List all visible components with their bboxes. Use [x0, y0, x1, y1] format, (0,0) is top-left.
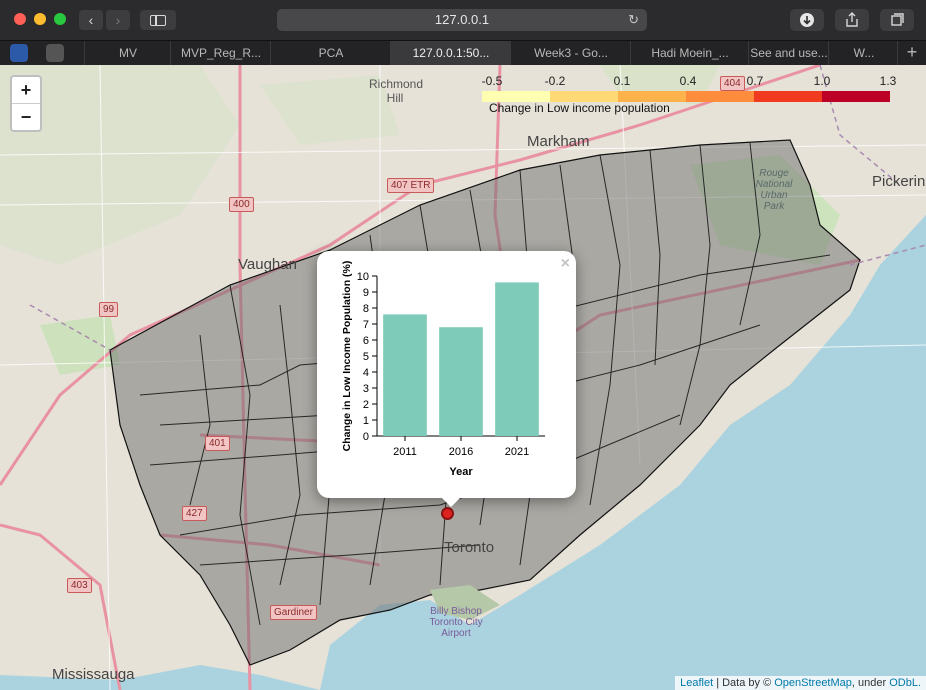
- browser-titlebar: ‹ › 127.0.0.1 ↻: [0, 0, 926, 40]
- legend-title: Change in Low income population: [489, 101, 670, 115]
- tab-week3[interactable]: Week3 - Go...: [510, 41, 631, 65]
- legend-tick: 0.7: [746, 74, 764, 88]
- chevron-right-icon: ›: [115, 12, 121, 28]
- legend-tick: 0.4: [679, 74, 697, 88]
- leaflet-link[interactable]: Leaflet: [680, 677, 713, 689]
- tab-see-and-use[interactable]: See and use...: [748, 41, 829, 65]
- label-toronto: Toronto: [444, 539, 495, 556]
- tab-localhost[interactable]: 127.0.0.1:50...: [390, 41, 511, 65]
- y-tick-label: 6: [363, 335, 369, 347]
- label-rouge-park: Rouge National Urban Park: [755, 168, 793, 212]
- y-tick-label: 4: [363, 367, 369, 379]
- address-bar[interactable]: 127.0.0.1 ↻: [277, 9, 647, 31]
- x-axis-label: Year: [449, 466, 473, 478]
- zoom-out-button[interactable]: −: [12, 103, 40, 130]
- maximize-window-button[interactable]: [54, 13, 66, 25]
- tab-bar: MV MVP_Reg_R... PCA 127.0.0.1:50... Week…: [0, 40, 926, 66]
- shield-427: 427: [182, 506, 207, 521]
- map-view[interactable]: Richmond Hill Markham Pickerin Vaughan T…: [0, 65, 926, 690]
- tab-mvp-reg[interactable]: MVP_Reg_R...: [170, 41, 271, 65]
- legend-swatch: [686, 91, 754, 102]
- sidebar-icon: [150, 15, 166, 26]
- legend-swatch: [754, 91, 822, 102]
- y-tick-label: 0: [363, 431, 369, 443]
- label-mississauga: Mississauga: [52, 666, 135, 683]
- chart-popup: × 0 1 2 3 4 5 6 7 8 9 10 2011 2016 2021 Year Change in …: [317, 251, 576, 507]
- zoom-in-button[interactable]: +: [12, 77, 40, 103]
- label-markham: Markham: [527, 133, 590, 150]
- bar-2011: [383, 314, 427, 436]
- shield-400: 400: [229, 197, 254, 212]
- y-tick-label: 7: [363, 319, 369, 331]
- tab-overview-button[interactable]: [880, 9, 914, 31]
- y-tick-label: 2: [363, 399, 369, 411]
- location-marker[interactable]: [441, 507, 454, 520]
- odbl-link[interactable]: ODbL.: [889, 677, 921, 689]
- x-tick-label: 2016: [449, 446, 473, 458]
- download-icon: [800, 13, 814, 27]
- popup-tip: [441, 497, 461, 507]
- shield-99: 99: [99, 302, 119, 317]
- y-tick-label: 1: [363, 415, 369, 427]
- url-text: 127.0.0.1: [434, 12, 490, 27]
- bar-chart: 0 1 2 3 4 5 6 7 8 9 10 2011 2016 2021 Year Change in Lo…: [341, 261, 545, 478]
- tab-w[interactable]: W...: [828, 41, 899, 65]
- x-tick-label: 2011: [393, 446, 417, 458]
- y-tick-label: 9: [363, 287, 369, 299]
- bar-2016: [439, 327, 483, 436]
- y-tick-label: 3: [363, 383, 369, 395]
- chevron-left-icon: ‹: [88, 12, 94, 28]
- reload-icon[interactable]: ↻: [628, 9, 639, 31]
- y-tick-label: 10: [357, 271, 369, 283]
- label-gardiner: Gardiner: [270, 605, 317, 620]
- attribution-under: , under: [851, 677, 887, 689]
- legend-ticks: -0.5 -0.2 0.1 0.4 0.7 1.0 1.3: [478, 74, 897, 88]
- tab-mv[interactable]: MV: [84, 41, 171, 65]
- shield-403: 403: [67, 578, 92, 593]
- share-button[interactable]: [835, 9, 869, 31]
- share-icon: [846, 12, 858, 27]
- label-vaughan: Vaughan: [238, 256, 297, 273]
- tabs-icon: [891, 13, 904, 26]
- zoom-control: + −: [10, 75, 42, 132]
- y-tick-label: 8: [363, 303, 369, 315]
- osm-link[interactable]: OpenStreetMap: [774, 677, 852, 689]
- forward-button[interactable]: ›: [106, 10, 130, 30]
- legend-tick: -0.2: [544, 74, 566, 88]
- legend-tick: 0.1: [613, 74, 631, 88]
- tab-hadi-moein[interactable]: Hadi Moein_...: [630, 41, 749, 65]
- minimize-window-button[interactable]: [34, 13, 46, 25]
- legend-tick: 1.3: [879, 74, 897, 88]
- legend-color-bar: [482, 89, 890, 102]
- legend-tick: -0.5: [481, 74, 503, 88]
- legend-swatch: [822, 91, 890, 102]
- y-tick-label: 5: [363, 351, 369, 363]
- downloads-button[interactable]: [790, 9, 824, 31]
- pinned-tab-2-icon[interactable]: [46, 44, 64, 62]
- label-pickering: Pickerin: [872, 173, 926, 190]
- shield-407-etr: 407 ETR: [387, 178, 435, 193]
- close-window-button[interactable]: [14, 13, 26, 25]
- label-richmond-hill: Richmond Hill: [369, 77, 424, 105]
- x-tick-label: 2021: [505, 446, 529, 458]
- back-button[interactable]: ‹: [79, 10, 103, 30]
- color-legend: -0.5 -0.2 0.1 0.4 0.7 1.0 1.3 Change in …: [478, 74, 897, 116]
- legend-tick: 1.0: [813, 74, 831, 88]
- pinned-tab-1-icon[interactable]: [10, 44, 28, 62]
- sidebar-toggle-button[interactable]: [140, 10, 176, 30]
- bar-2021: [495, 282, 539, 436]
- new-tab-button[interactable]: +: [897, 41, 926, 65]
- label-billy-bishop: Billy Bishop Toronto City Airport: [429, 606, 483, 639]
- map-attribution: Leaflet | Data by © OpenStreetMap, under…: [675, 676, 926, 690]
- tab-pca[interactable]: PCA: [270, 41, 391, 65]
- y-axis-label: Change in Low Income Population (%): [341, 261, 353, 452]
- attribution-data-by: | Data by ©: [716, 677, 772, 689]
- shield-401: 401: [205, 436, 230, 451]
